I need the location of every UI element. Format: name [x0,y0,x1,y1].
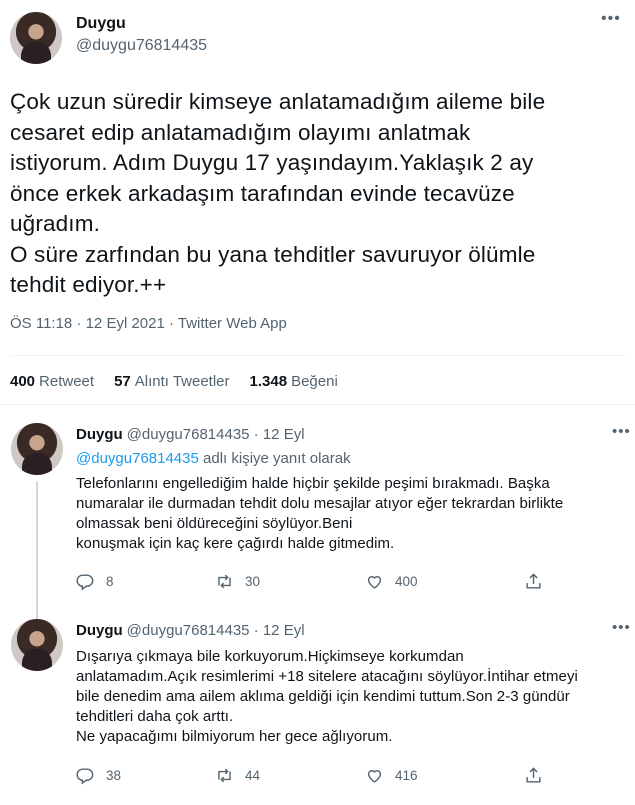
avatar[interactable] [11,423,63,475]
like-button[interactable]: 416 [365,766,418,785]
more-options-icon[interactable]: ••• [612,619,631,636]
avatar[interactable] [11,619,63,671]
retweet-count: 30 [245,574,261,589]
mention-link[interactable]: @duygu76814435 [76,450,199,467]
reply-count: 8 [106,574,114,589]
divider [10,355,625,356]
retweet-count: 44 [245,768,261,783]
share-button[interactable] [524,572,543,591]
reply-button[interactable]: 8 [76,572,114,591]
reply-count: 38 [106,768,122,783]
share-button[interactable] [524,766,543,785]
author-handle[interactable]: @duygu76814435 · 12 Eyl [127,622,305,639]
share-icon [526,767,541,783]
reply-text: Dışarıya çıkmaya bile korkuyorum.Hiçkims… [76,648,578,745]
retweet-button[interactable]: 44 [215,766,260,785]
like-icon [367,770,382,783]
retweet-icon [218,768,231,783]
reply-button[interactable]: 38 [76,766,121,785]
tweet-text: Çok uzun süredir kimseye anlatamadığım a… [10,89,546,297]
action-bar: 38 44 416 [76,766,556,790]
like-button[interactable]: 400 [365,572,418,591]
divider [0,404,635,405]
tweet-timestamp[interactable]: ÖS 11:18 · 12 Eyl 2021 · Twitter Web App [10,315,287,332]
author-handle[interactable]: @duygu76814435 [76,37,207,55]
thread-line [36,481,38,626]
reply-text: Telefonlarını engellediğim halde hiçbir … [76,475,564,552]
share-icon [526,573,541,589]
author-name[interactable]: Duygu [76,622,123,639]
more-options-icon[interactable]: ••• [612,423,631,440]
author-name[interactable]: Duygu [76,426,123,443]
retweet-icon [218,574,231,589]
like-icon [367,576,382,589]
reply-icon [76,574,94,591]
retweets-stat[interactable]: 400 Retweet [10,373,94,390]
reply-icon [76,768,94,785]
more-options-icon[interactable]: ••• [601,10,621,28]
quotes-stat[interactable]: 57 Alıntı Tweetler [114,373,229,390]
likes-stat[interactable]: 1.348 Beğeni [250,373,338,390]
retweet-button[interactable]: 30 [215,572,260,591]
action-bar: 8 30 400 [76,572,556,596]
reply-header: Duygu @duygu76814435 · 12 Eyl [76,622,305,639]
tweet-stats: 400 Retweet 57 Alıntı Tweetler 1.348 Beğeni [10,373,338,390]
replying-to: @duygu76814435 adlı kişiye yanıt olarak [76,450,351,467]
avatar[interactable] [10,12,62,64]
reply-header: Duygu @duygu76814435 · 12 Eyl [76,426,305,443]
like-count: 400 [395,574,418,589]
author-name[interactable]: Duygu [76,15,126,33]
author-handle[interactable]: @duygu76814435 · 12 Eyl [127,426,305,443]
like-count: 416 [395,768,418,783]
